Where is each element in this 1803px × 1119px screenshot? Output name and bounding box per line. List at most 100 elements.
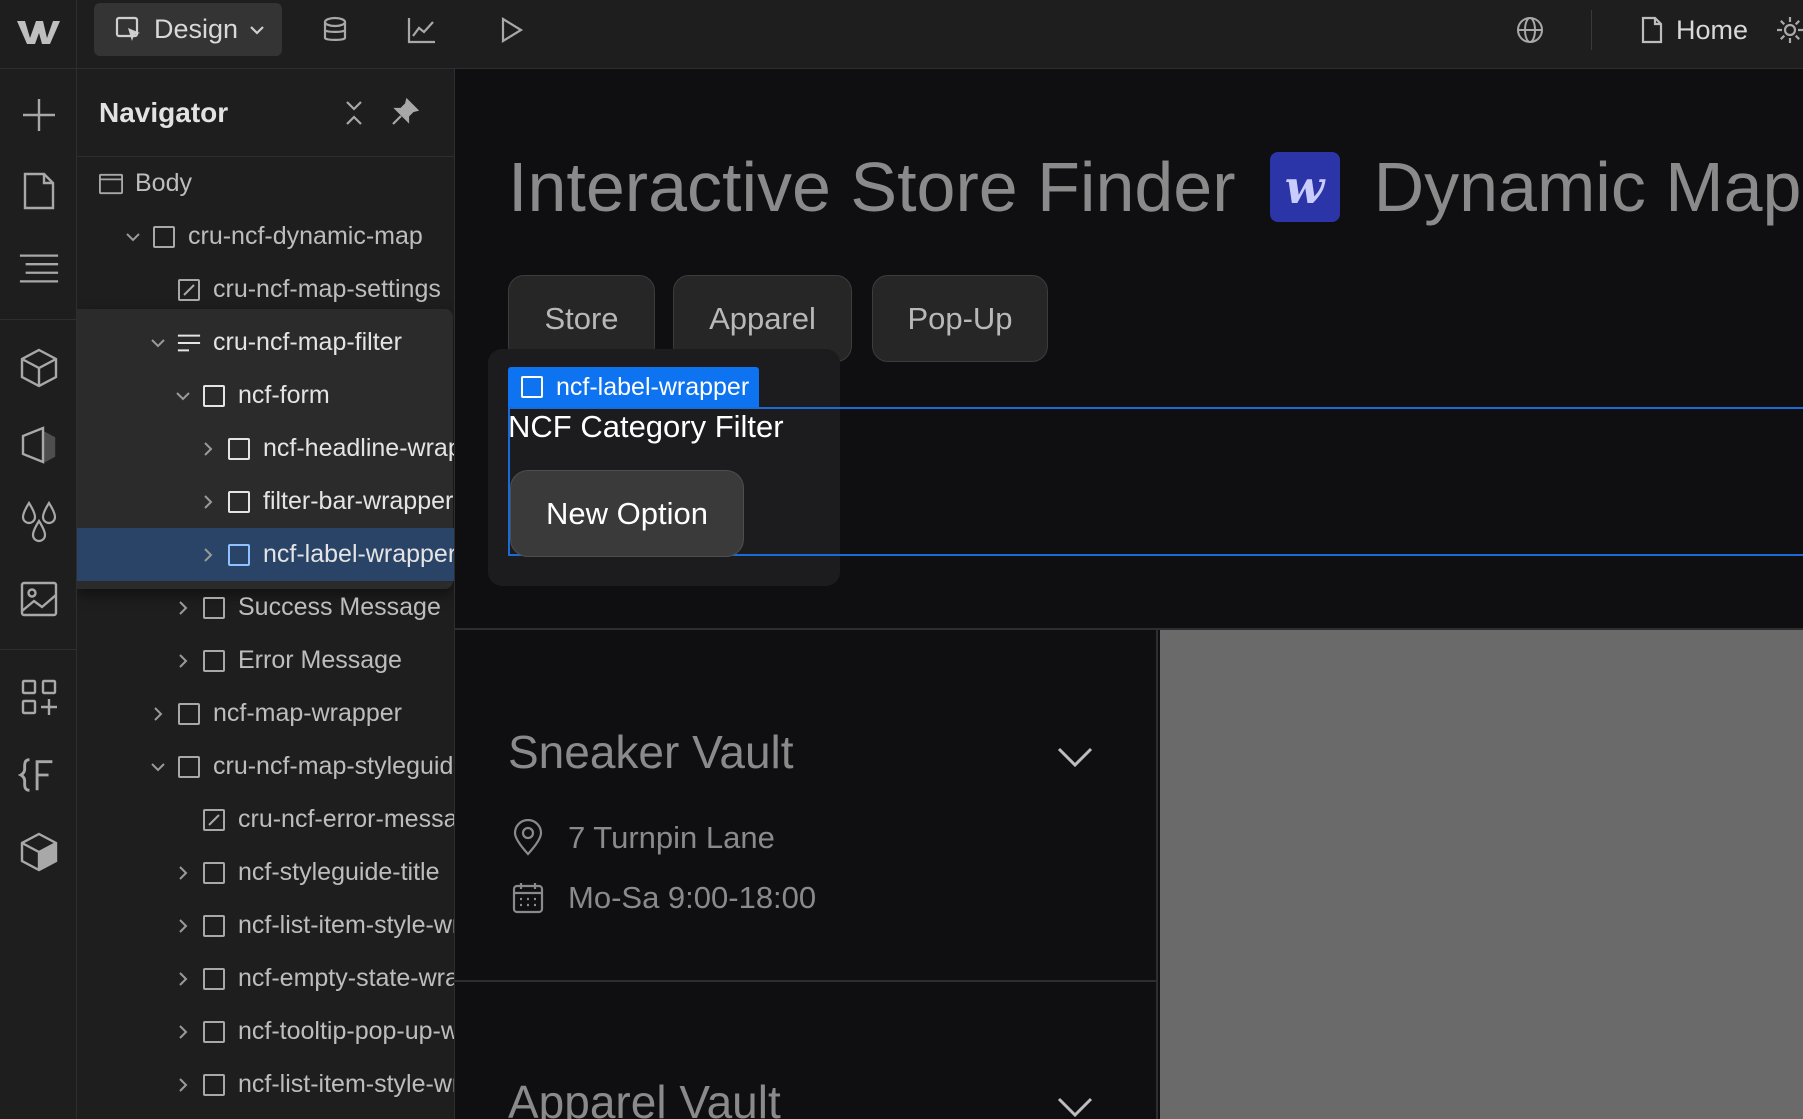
box-icon [202, 914, 226, 938]
navigator-item-label: ncf-tooltip-pop-up-wrapper [238, 1017, 454, 1045]
store-address: 7 Turnpin Lane [568, 820, 775, 855]
navigator-item[interactable]: ncf-styleguide-title [77, 846, 454, 899]
components-icon[interactable] [18, 347, 60, 389]
navigator-item-label: ncf-styleguide-title [238, 858, 440, 886]
filter-chip-popup[interactable]: Pop-Up [872, 275, 1048, 362]
page-name: Home [1676, 14, 1749, 45]
add-icon[interactable] [18, 94, 60, 136]
chevron-right-icon[interactable] [199, 440, 217, 458]
embed-icon [202, 808, 226, 832]
pages-icon[interactable] [18, 170, 60, 212]
chevron-down-icon[interactable] [174, 387, 192, 405]
design-canvas[interactable]: Interactive Store Finder w Dynamic Map S… [455, 69, 1803, 1119]
cursor-select-icon [114, 15, 144, 45]
chevron-right-icon[interactable] [149, 705, 167, 723]
navigator-item[interactable]: cru-ncf-map-styleguide [77, 740, 454, 793]
box-icon [152, 225, 176, 249]
chevron-down-icon[interactable] [124, 228, 142, 246]
navigator-item[interactable]: Success Message [77, 581, 454, 634]
analytics-icon[interactable] [404, 12, 440, 48]
navigator-item[interactable]: Error Message [77, 634, 454, 687]
navigator-item-label: filter-bar-wrapper [263, 487, 454, 515]
box-icon [202, 1020, 226, 1044]
box-icon [177, 702, 201, 726]
filter-label[interactable]: NCF Category Filter [508, 409, 784, 445]
navigator-item[interactable]: filter-bar-wrapper [77, 475, 454, 528]
chevron-down-icon[interactable] [1055, 1087, 1095, 1119]
navigator-item[interactable]: cru-ncf-map-filter [77, 316, 454, 369]
navigator-item[interactable]: cru-ncf-error-message [77, 793, 454, 846]
chevron-right-icon[interactable] [174, 864, 192, 882]
box-icon [202, 649, 226, 673]
body-icon [99, 172, 123, 196]
navigator-item[interactable]: ncf-empty-state-wrapper [77, 952, 454, 1005]
navigator-item-label: cru-ncf-dynamic-map [188, 222, 423, 250]
webflow-logo-icon[interactable] [14, 14, 64, 50]
navigator-item[interactable]: ncf-map-wrapper [77, 687, 454, 740]
box-icon [202, 861, 226, 885]
globe-icon[interactable] [1512, 12, 1548, 48]
chevron-right-icon[interactable] [199, 493, 217, 511]
navigator-item-label: cru-ncf-error-message [238, 805, 454, 833]
navigator-item[interactable]: ncf-form [77, 369, 454, 422]
navigator-item[interactable]: ncf-tooltip-pop-up-wrapper [77, 1005, 454, 1058]
navigator-item[interactable]: cru-ncf-dynamic-map [77, 210, 454, 263]
page-switcher[interactable]: Home [1640, 10, 1748, 50]
chevron-right-icon[interactable] [174, 652, 192, 670]
collapse-all-icon[interactable] [339, 98, 369, 128]
store-name: Apparel Vault [508, 1076, 781, 1119]
play-preview-icon[interactable] [493, 12, 529, 48]
chevron-right-icon[interactable] [199, 546, 217, 564]
box-icon [202, 967, 226, 991]
box-icon [177, 755, 201, 779]
pin-icon[interactable] [389, 96, 421, 128]
box-icon [227, 490, 251, 514]
chevron-right-icon[interactable] [174, 970, 192, 988]
code-finsweet-icon[interactable] [18, 754, 60, 796]
styles-icon[interactable] [18, 424, 60, 466]
calendar-icon [510, 880, 546, 916]
navigator-item[interactable]: cru-ncf-map-settings [77, 263, 454, 316]
navigator-item-label: Error Message [238, 646, 402, 674]
chevron-right-icon[interactable] [174, 917, 192, 935]
3d-box-icon[interactable] [18, 831, 60, 873]
title-left: Interactive Store Finder [508, 148, 1236, 226]
embed-icon [177, 278, 201, 302]
map-area[interactable] [1160, 630, 1803, 1119]
mode-label: Design [154, 14, 239, 44]
navigator-item[interactable]: ncf-list-item-style-wrapper [77, 1058, 454, 1111]
title-right: Dynamic Map [1373, 148, 1802, 226]
store-list: Sneaker Vault 7 Turnpin Lane Mo-Sa 9:00-… [455, 630, 1158, 1119]
selected-element-tag[interactable]: ncf-label-wrapper [508, 367, 760, 407]
design-mode-dropdown[interactable]: Design [94, 3, 282, 56]
navigator-item[interactable]: ncf-headline-wrapper [77, 422, 454, 475]
navigator-panel: Navigator Body cru-ncf-dynamic-map cru-ncf… [77, 69, 455, 1119]
form-icon [177, 331, 201, 355]
navigator-item[interactable]: ncf-label-wrapper [77, 528, 455, 581]
assets-icon[interactable] [18, 577, 60, 619]
navigator-item[interactable]: ncf-list-item-style-wrapper [77, 899, 454, 952]
page-icon [1640, 15, 1664, 45]
chevron-right-icon[interactable] [174, 1076, 192, 1094]
chevron-down-icon[interactable] [149, 758, 167, 776]
panel-title: Navigator [99, 97, 229, 128]
box-icon [227, 543, 251, 567]
divider [1591, 10, 1592, 50]
page-title[interactable]: Interactive Store Finder w Dynamic Map [508, 147, 1801, 227]
chevron-down-icon[interactable] [1055, 737, 1095, 777]
navigator-item-label: ncf-label-wrapper [263, 540, 455, 568]
database-icon[interactable] [317, 12, 353, 48]
navigator-item[interactable]: Body [77, 157, 454, 210]
chevron-right-icon[interactable] [174, 599, 192, 617]
apps-icon[interactable] [18, 676, 60, 718]
top-bar: Design Home [0, 0, 1803, 69]
variables-icon[interactable] [18, 500, 60, 543]
gear-icon[interactable] [1772, 12, 1803, 48]
box-icon [227, 437, 251, 461]
divider [76, 0, 77, 69]
navigator-icon[interactable] [18, 247, 60, 289]
map-pin-icon [510, 819, 546, 857]
chevron-down-icon[interactable] [149, 334, 167, 352]
chevron-right-icon[interactable] [174, 1023, 192, 1041]
new-option-button[interactable]: New Option [510, 470, 744, 557]
